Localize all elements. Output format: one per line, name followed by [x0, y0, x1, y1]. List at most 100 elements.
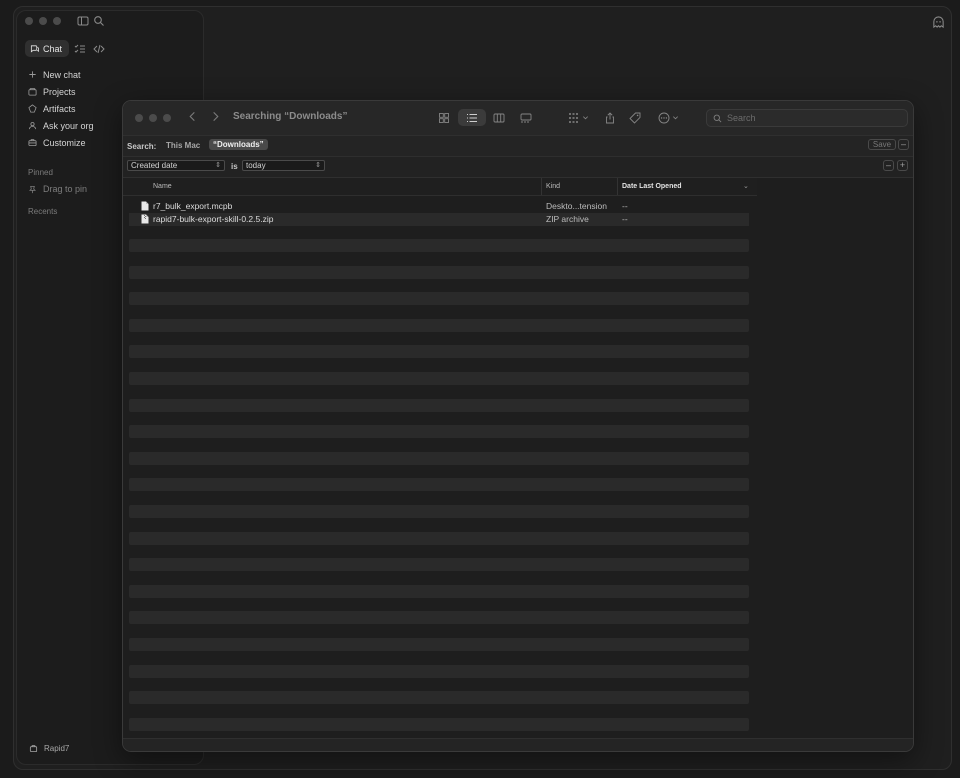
finder-window-controls[interactable]: [135, 114, 171, 122]
sidebar-toggle-icon[interactable]: [77, 15, 89, 27]
empty-row-stripe: [129, 505, 749, 518]
column-divider[interactable]: [617, 178, 618, 195]
finder-window: Searching “Downloads” Search Search: Thi…: [122, 100, 914, 752]
zoom-window-button[interactable]: [53, 17, 61, 25]
back-arrow-icon[interactable]: [187, 111, 198, 122]
file-date: --: [622, 214, 628, 224]
minimize-window-button[interactable]: [39, 17, 47, 25]
add-criteria-button[interactable]: +: [897, 160, 908, 171]
empty-row-stripe: [129, 425, 749, 439]
list-icon: [467, 113, 477, 122]
operator-label: is: [231, 162, 238, 171]
plus-icon: [29, 71, 36, 78]
sidebar-item-label: New chat: [43, 69, 81, 80]
minimize-window-button[interactable]: [149, 114, 157, 122]
app-window-controls[interactable]: [25, 17, 61, 25]
recents-heading: Recents: [28, 207, 58, 216]
sidebar-item-label: Ask your org: [43, 120, 94, 131]
pin-icon: [29, 185, 36, 193]
file-kind: ZIP archive: [546, 214, 589, 224]
more-icon: [658, 112, 669, 123]
folder-icon: [28, 88, 37, 96]
search-input[interactable]: [727, 113, 887, 123]
remove-criteria-button[interactable]: –: [883, 160, 894, 171]
icon-view-button[interactable]: [435, 109, 453, 126]
icon-grid-icon: [439, 112, 449, 123]
empty-row-stripe: [129, 292, 749, 306]
column-header-date[interactable]: Date Last Opened: [622, 183, 682, 190]
chevron-down-icon: [672, 116, 678, 120]
org-icon: [29, 745, 38, 753]
column-divider[interactable]: [541, 178, 542, 195]
search-criteria-row: Created date ⇕ is today ⇕ – +: [123, 157, 913, 178]
account-menu[interactable]: Rapid7: [29, 744, 69, 753]
file-list: Name Kind Date Last Opened ⌄ r7_bulk_exp…: [123, 178, 758, 738]
column-headers: Name Kind Date Last Opened ⌄: [123, 178, 757, 196]
zoom-window-button[interactable]: [163, 114, 171, 122]
columns-icon: [493, 113, 505, 122]
file-name: r7_bulk_export.mcpb: [153, 201, 233, 211]
empty-row-stripe: [129, 558, 749, 572]
table-row[interactable]: r7_bulk_export.mcpb Deskto...tension --: [129, 200, 749, 213]
drag-to-pin-label: Drag to pin: [43, 184, 88, 194]
empty-row-stripe: [129, 372, 749, 385]
sidebar-item-new-chat[interactable]: New chat: [28, 66, 94, 83]
close-window-button[interactable]: [135, 114, 143, 122]
pinned-heading: Pinned: [28, 168, 53, 177]
empty-row-stripe: [129, 584, 749, 598]
empty-row-stripe: [129, 638, 749, 651]
sort-chevron-icon: ⌄: [743, 183, 749, 190]
gallery-view-button[interactable]: [516, 109, 536, 126]
drag-to-pin-hint: Drag to pin: [28, 184, 87, 194]
zip-file-icon: [141, 214, 149, 224]
sidebar-item-label: Artifacts: [43, 103, 76, 114]
sidebar-nav: New chat Projects Artifacts Ask your org…: [28, 66, 94, 151]
more-actions-menu[interactable]: [655, 109, 681, 126]
value-select[interactable]: today ⇕: [242, 160, 325, 171]
tag-icon: [629, 112, 641, 124]
empty-row-stripe: [129, 664, 749, 678]
account-name: Rapid7: [44, 744, 70, 753]
sidebar-item-customize[interactable]: Customize: [28, 134, 94, 151]
attribute-select[interactable]: Created date ⇕: [127, 160, 225, 171]
group-by-menu[interactable]: [564, 109, 592, 126]
list-view-button[interactable]: [458, 109, 486, 126]
remove-scope-button[interactable]: –: [898, 139, 909, 150]
sidebar-item-ask-your-org[interactable]: Ask your org: [28, 117, 94, 134]
scope-this-mac-button[interactable]: This Mac: [166, 141, 200, 150]
forward-arrow-icon[interactable]: [210, 111, 221, 122]
chevron-down-icon: [582, 116, 588, 120]
search-icon[interactable]: [93, 15, 105, 27]
finder-search-field[interactable]: [706, 109, 908, 127]
group-grid-icon: [568, 112, 578, 123]
column-view-button[interactable]: [490, 109, 508, 126]
code-icon[interactable]: [93, 43, 105, 55]
sidebar-item-artifacts[interactable]: Artifacts: [28, 100, 94, 117]
document-icon: [141, 201, 149, 211]
gallery-icon: [520, 113, 532, 122]
tasks-icon[interactable]: [74, 43, 86, 55]
share-button[interactable]: [602, 109, 618, 126]
save-search-button[interactable]: Save: [868, 139, 896, 150]
tab-chat[interactable]: Chat: [25, 40, 69, 57]
scope-label: Search:: [127, 142, 157, 151]
close-window-button[interactable]: [25, 17, 33, 25]
sidebar-item-label: Customize: [43, 137, 86, 148]
sidebar-item-projects[interactable]: Projects: [28, 83, 94, 100]
artifacts-icon: [28, 104, 37, 113]
empty-row-stripe: [129, 239, 749, 252]
window-title: Searching “Downloads”: [233, 111, 348, 122]
tag-button[interactable]: [627, 109, 643, 126]
empty-row-stripe: [129, 451, 749, 465]
empty-row-stripe: [129, 478, 749, 492]
scope-downloads-button[interactable]: “Downloads”: [209, 139, 268, 150]
column-header-name[interactable]: Name: [153, 183, 172, 190]
empty-row-stripe: [129, 611, 749, 625]
column-header-kind[interactable]: Kind: [546, 183, 560, 190]
file-date: --: [622, 201, 628, 211]
search-icon: [713, 114, 722, 122]
table-row[interactable]: rapid7-bulk-export-skill-0.2.5.zip ZIP a…: [129, 213, 749, 226]
ghost-icon[interactable]: [932, 16, 945, 29]
empty-row-stripe: [129, 318, 749, 332]
empty-row-stripe: [129, 691, 749, 705]
